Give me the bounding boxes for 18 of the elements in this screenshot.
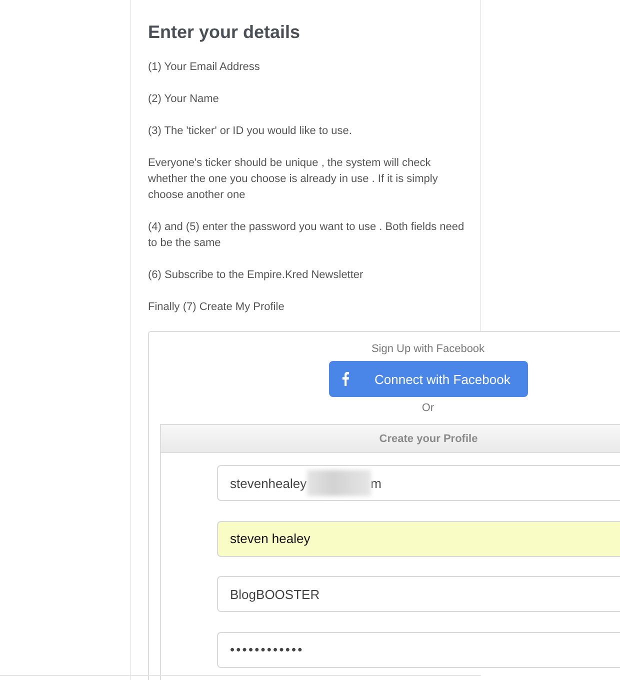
signup-facebook-label: Sign Up with Facebook [371,342,485,357]
name-field[interactable]: steven healey [217,520,620,556]
ticker-field[interactable]: BlogBOOSTER [217,576,620,612]
email-field[interactable]: stevenhealey m [217,465,620,501]
instruction-text: (3) The 'ticker' or ID you would like to use. [148,124,353,139]
instruction-text: (2) Your Name [148,92,220,107]
section-title: Create your Profile [379,432,478,444]
instruction-text: Finally (7) Create My Profile [148,300,286,315]
blurred-redaction [306,470,371,496]
page-heading: Enter your details [148,21,302,43]
or-separator-text: Or [422,401,434,416]
instruction-text: (4) and (5) enter the password you want to use . Both fields need to be the same [148,220,466,251]
instruction-text: (1) Your Email Address [148,60,261,75]
instruction-text: (6) Subscribe to the Empire.Kred Newsletter [148,268,364,283]
connect-facebook-button[interactable]: Connect with Facebook [328,361,528,397]
password-field[interactable]: •••••••••••• [217,632,620,668]
instruction-text: Everyone's ticker should be unique , the system will check whether the one you choose is already in use . If it is simply choose another one [148,156,439,203]
f-logo-icon [342,372,348,386]
